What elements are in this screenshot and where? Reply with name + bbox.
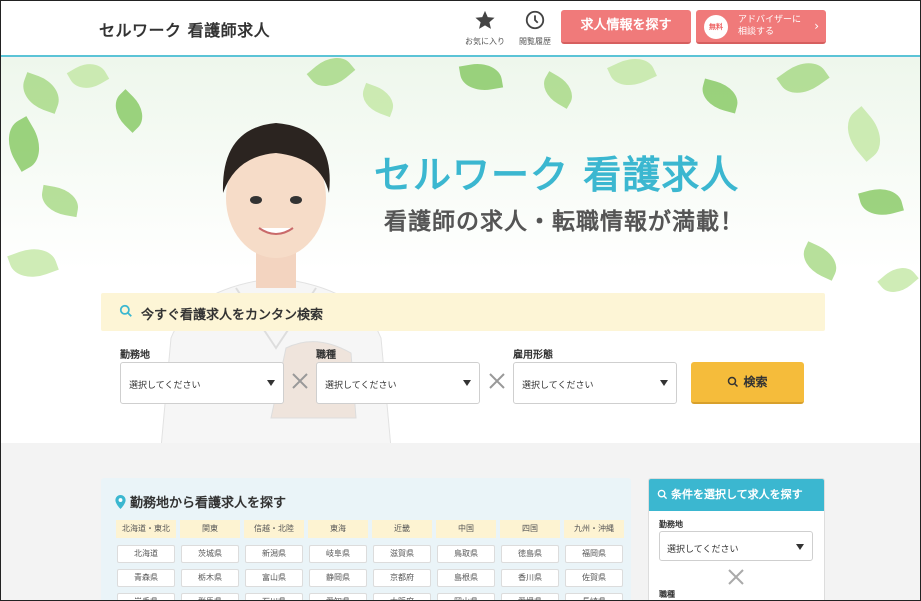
prefecture-link[interactable]: 大阪府 [373, 593, 431, 600]
map-pin-icon [115, 495, 126, 509]
prefecture-link[interactable]: 岩手県 [117, 593, 175, 600]
condition-search-header: 条件を選択して求人を探す [649, 479, 824, 511]
dropdown-arrow-icon [796, 544, 804, 550]
region-tab[interactable]: 北海道・東北 [116, 520, 176, 538]
search-jobs-button[interactable]: 求人情報を探す [561, 10, 691, 44]
condition-search-title: 条件を選択して求人を探す [671, 488, 803, 501]
site-logo[interactable]: セルワーク 看護師求人 [99, 17, 270, 41]
hero-section: セルワーク 看護求人 看護師の求人・転職情報が満載！ 今すぐ看護求人をカンタン検… [1, 58, 920, 443]
clock-icon [525, 10, 545, 30]
cross-separator-icon [728, 569, 744, 585]
prefecture-link[interactable]: 愛知県 [309, 593, 367, 600]
prefecture-link[interactable]: 石川県 [245, 593, 303, 600]
prefecture-link[interactable]: 群馬県 [181, 593, 239, 600]
search-icon [657, 489, 668, 500]
consult-advisor-button[interactable]: 無料 アドバイザーに 相談する › [696, 10, 826, 44]
leaf-decoration [607, 58, 657, 94]
quick-search-title: 今すぐ看護求人をカンタン検索 [141, 308, 324, 323]
chevron-right-icon: › [814, 19, 819, 33]
region-search-panel: 勤務地から看護求人を探す 北海道・東北 関東 信越・北陸 東海 近畿 中国 四国 九州・沖縄 … [101, 478, 631, 600]
region-search-title: 勤務地から看護求人を探す [115, 492, 286, 511]
search-button[interactable]: 検索 [691, 362, 804, 404]
leaf-decoration [776, 58, 830, 103]
leaf-decoration [39, 184, 81, 218]
prefecture-link[interactable]: 福岡県 [565, 545, 623, 563]
leaf-decoration [698, 78, 742, 114]
hero-title: セルワーク 看護求人 [374, 153, 740, 197]
condition-location-value: 選択してください [667, 545, 739, 555]
prefecture-link[interactable]: 長崎県 [565, 593, 623, 600]
region-tab[interactable]: 四国 [500, 520, 560, 538]
job-type-select-value: 選択してください [325, 381, 397, 391]
prefecture-link[interactable]: 島根県 [437, 569, 495, 587]
region-tab[interactable]: 九州・沖縄 [564, 520, 624, 538]
leaf-decoration [858, 183, 904, 221]
prefecture-link[interactable]: 栃木県 [181, 569, 239, 587]
favorites-link[interactable]: お気に入り [457, 9, 513, 47]
condition-search-panel: 条件を選択して求人を探す 勤務地 選択してください 職種 [648, 478, 825, 600]
condition-location-label: 勤務地 [659, 520, 683, 529]
prefecture-link[interactable]: 新潟県 [245, 545, 303, 563]
employment-type-select[interactable]: 選択してください [513, 362, 677, 404]
leaf-decoration [458, 59, 504, 95]
prefecture-link[interactable]: 北海道 [117, 545, 175, 563]
job-type-label: 職種 [316, 350, 336, 361]
prefecture-link[interactable]: 富山県 [245, 569, 303, 587]
search-icon [728, 376, 739, 388]
employment-type-select-value: 選択してください [522, 381, 594, 391]
location-select[interactable]: 選択してください [120, 362, 284, 404]
leaf-decoration [877, 259, 919, 301]
prefecture-link[interactable]: 京都府 [373, 569, 431, 587]
condition-job-label: 職種 [659, 590, 675, 599]
star-icon [475, 10, 495, 29]
prefecture-link[interactable]: 青森県 [117, 569, 175, 587]
hero-subtitle: 看護師の求人・転職情報が満載！ [384, 209, 744, 235]
free-badge: 無料 [704, 15, 728, 39]
leaf-decoration [836, 106, 892, 162]
dropdown-arrow-icon [463, 380, 471, 386]
search-icon [119, 304, 132, 317]
condition-location-select[interactable]: 選択してください [659, 531, 813, 561]
dropdown-arrow-icon [660, 380, 668, 386]
region-tab[interactable]: 信越・北陸 [244, 520, 304, 538]
advisor-line2: 相談する [738, 27, 775, 37]
prefecture-link[interactable]: 香川県 [501, 569, 559, 587]
advisor-text: アドバイザーに 相談する [738, 14, 801, 38]
employment-type-label: 雇用形態 [513, 350, 553, 361]
leaf-decoration [7, 241, 59, 285]
leaf-decoration [17, 72, 65, 114]
region-search-title-text: 勤務地から看護求人を探す [130, 496, 287, 511]
region-tab[interactable]: 東海 [308, 520, 368, 538]
prefecture-link[interactable]: 徳島県 [501, 545, 559, 563]
leaf-decoration [1, 116, 50, 172]
location-select-value: 選択してください [129, 381, 201, 391]
leaf-decoration [797, 241, 843, 281]
history-link[interactable]: 閲覧履歴 [507, 9, 563, 47]
cross-separator-icon [292, 373, 308, 389]
region-tab[interactable]: 関東 [180, 520, 240, 538]
prefecture-link[interactable]: 岐阜県 [309, 545, 367, 563]
leaf-decoration [66, 58, 110, 96]
location-label: 勤務地 [120, 350, 150, 361]
prefecture-link[interactable]: 佐賀県 [565, 569, 623, 587]
region-tab[interactable]: 中国 [436, 520, 496, 538]
history-label: 閲覧履歴 [519, 37, 551, 46]
site-header: セルワーク 看護師求人 お気に入り 閲覧履歴 求人情報を探す 無料 アドバイザー… [1, 1, 920, 57]
prefecture-link[interactable]: 滋賀県 [373, 545, 431, 563]
favorites-label: お気に入り [465, 37, 505, 46]
advisor-line1: アドバイザーに [738, 15, 802, 25]
region-tab[interactable]: 近畿 [372, 520, 432, 538]
prefecture-link[interactable]: 岡山県 [437, 593, 495, 600]
search-button-label: 検索 [743, 375, 768, 389]
dropdown-arrow-icon [267, 380, 275, 386]
cross-separator-icon [489, 373, 505, 389]
quick-search-bar: 今すぐ看護求人をカンタン検索 [101, 293, 825, 331]
job-type-select[interactable]: 選択してください [316, 362, 480, 404]
prefecture-link[interactable]: 鳥取県 [437, 545, 495, 563]
prefecture-link[interactable]: 静岡県 [309, 569, 367, 587]
leaf-decoration [537, 71, 579, 109]
prefecture-link[interactable]: 茨城県 [181, 545, 239, 563]
prefecture-link[interactable]: 愛媛県 [501, 593, 559, 600]
page-frame: セルワーク 看護師求人 お気に入り 閲覧履歴 求人情報を探す 無料 アドバイザー… [0, 0, 921, 601]
